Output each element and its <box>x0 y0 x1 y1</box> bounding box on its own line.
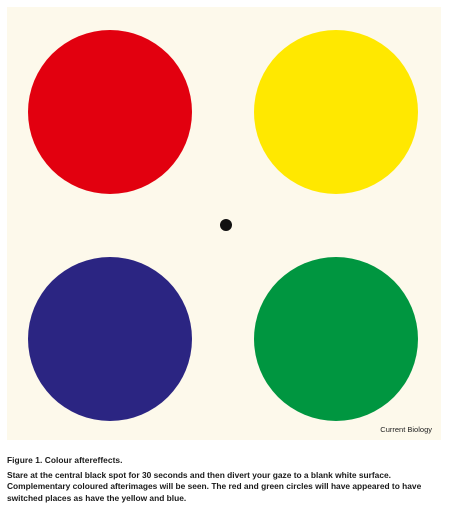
fixation-dot <box>220 219 232 231</box>
yellow-circle <box>254 30 418 194</box>
red-circle <box>28 30 192 194</box>
source-label: Current Biology <box>380 425 432 434</box>
blue-circle <box>28 257 192 421</box>
green-circle <box>254 257 418 421</box>
figure-caption: Figure 1. Colour aftereffects. Stare at … <box>7 455 447 504</box>
figure-panel: Current Biology <box>7 7 441 440</box>
caption-text: Stare at the central black spot for 30 s… <box>7 469 422 503</box>
caption-title: Figure 1. Colour aftereffects. <box>7 455 123 465</box>
